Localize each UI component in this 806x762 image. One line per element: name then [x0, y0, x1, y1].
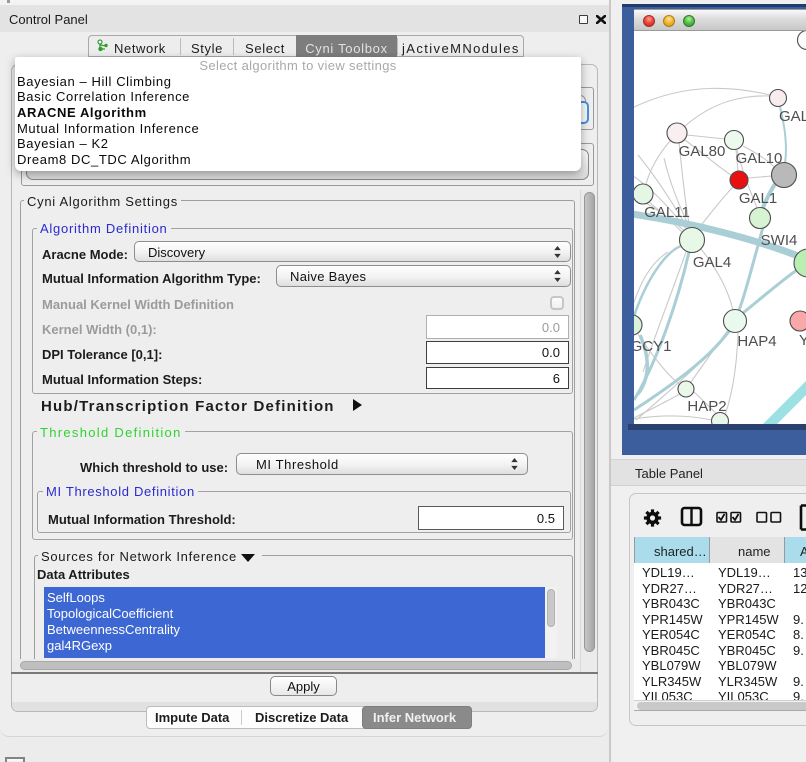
svg-text:HAP2: HAP2	[687, 398, 726, 415]
svg-text:Y: Y	[799, 332, 806, 349]
svg-text:SWI4: SWI4	[761, 232, 798, 249]
svg-text:GAL: GAL	[779, 108, 806, 125]
svg-text:GAL1: GAL1	[739, 190, 777, 207]
svg-text:GCY1: GCY1	[634, 338, 671, 355]
svg-text:GAL11: GAL11	[644, 204, 690, 221]
svg-text:GAL10: GAL10	[736, 150, 783, 167]
svg-text:HAP4: HAP4	[737, 333, 776, 350]
svg-text:GAL80: GAL80	[679, 143, 726, 160]
svg-text:GAL4: GAL4	[693, 254, 731, 271]
